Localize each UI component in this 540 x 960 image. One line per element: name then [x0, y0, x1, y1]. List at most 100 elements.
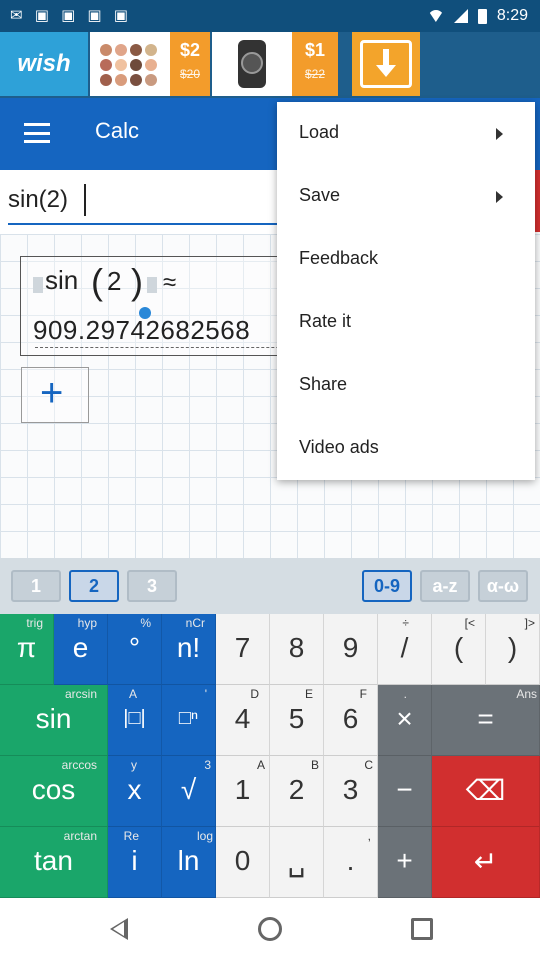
space-icon: ␣ — [287, 846, 306, 877]
ad-price-1-value: $2 — [179, 40, 201, 60]
result-value: 909.29742682568 — [33, 315, 251, 345]
ad-price-1-old: $20 — [179, 67, 201, 81]
system-nav-bar — [0, 898, 540, 960]
menu-item-feedback[interactable]: Feedback — [277, 228, 535, 291]
menu-item-rate[interactable]: Rate it — [277, 291, 535, 354]
tab-greek-letters[interactable]: α-ω — [478, 570, 528, 602]
menu-item-label: Save — [299, 185, 341, 205]
wish-logo[interactable]: wish — [0, 32, 88, 96]
menu-item-video-ads[interactable]: Video ads — [277, 417, 535, 480]
battery-icon — [477, 8, 487, 24]
keypad: π trig e hyp ° % n! nCr 7 8 9 / ÷ ( [< )… — [0, 614, 540, 898]
key-power[interactable]: □ⁿ ' — [162, 685, 216, 756]
menu-item-label: Share — [299, 374, 348, 394]
key-open-paren[interactable]: ( [< — [432, 614, 486, 685]
key-8[interactable]: 8 — [270, 614, 324, 685]
key-9[interactable]: 9 — [324, 614, 378, 685]
key-factorial[interactable]: n! nCr — [162, 614, 216, 685]
placeholder-box — [147, 277, 157, 293]
ad-price-2[interactable]: $1 $22 — [292, 32, 338, 96]
menu-item-label: Video ads — [299, 437, 379, 457]
key-ln[interactable]: ln log — [162, 827, 216, 898]
recent-apps-icon[interactable] — [411, 918, 433, 940]
approx-sign: ≈ — [163, 269, 177, 296]
key-2[interactable]: 2 B — [270, 756, 324, 827]
key-enter[interactable]: ↵ — [432, 827, 540, 898]
key-plus[interactable]: + — [378, 827, 432, 898]
key-1[interactable]: 1 A — [216, 756, 270, 827]
key-backspace[interactable]: ⌫ — [432, 756, 540, 827]
home-icon[interactable] — [258, 917, 282, 941]
menu-item-label: Rate it — [299, 311, 352, 331]
submenu-arrow-icon — [496, 128, 503, 140]
tab-page-2[interactable]: 2 — [69, 570, 119, 602]
key-0[interactable]: 0 — [216, 827, 270, 898]
ad-price-1[interactable]: $2 $20 — [170, 32, 210, 96]
key-abs[interactable]: |□| A — [108, 685, 162, 756]
menu-item-share[interactable]: Share — [277, 354, 535, 417]
key-divide[interactable]: / ÷ — [378, 614, 432, 685]
key-multiply[interactable]: × . — [378, 685, 432, 756]
placeholder-box — [33, 277, 43, 293]
key-close-paren[interactable]: ) ]> — [486, 614, 540, 685]
tab-page-1[interactable]: 1 — [11, 570, 61, 602]
key-sqrt[interactable]: √ 3 — [162, 756, 216, 827]
result-argument: 2 — [107, 266, 122, 296]
key-7[interactable]: 7 — [216, 614, 270, 685]
key-pi[interactable]: π trig — [0, 614, 54, 685]
tab-latin-letters[interactable]: a-z — [420, 570, 470, 602]
tab-digits[interactable]: 0-9 — [362, 570, 412, 602]
input-underline — [8, 223, 308, 225]
hamburger-menu-icon[interactable] — [24, 123, 50, 143]
ad-download-button[interactable] — [352, 32, 420, 96]
key-equals[interactable]: = Ans — [432, 685, 540, 756]
key-sin[interactable]: sin arcsin — [0, 685, 108, 756]
menu-item-label: Load — [299, 122, 340, 142]
palette-icon — [100, 44, 157, 86]
signal-icon — [453, 9, 468, 23]
key-decimal[interactable]: . , — [324, 827, 378, 898]
key-cos[interactable]: cos arccos — [0, 756, 108, 827]
submenu-arrow-icon — [496, 191, 503, 203]
result-function: sin — [45, 265, 79, 295]
tab-page-3[interactable]: 3 — [127, 570, 177, 602]
ad-product-palette[interactable] — [90, 32, 170, 96]
clock: 8:29 — [496, 7, 528, 24]
enter-icon: ↵ — [473, 846, 498, 877]
menu-item-save[interactable]: Save — [277, 165, 535, 228]
key-minus[interactable]: − — [378, 756, 432, 827]
key-5[interactable]: 5 E — [270, 685, 324, 756]
expression-input[interactable]: sin(2) — [8, 186, 68, 214]
backspace-icon: ⌫ — [465, 775, 506, 806]
keypad-tabs: 1 2 3 0-9 a-z α-ω — [0, 558, 540, 614]
wifi-icon — [427, 10, 444, 22]
menu-item-load[interactable]: Load — [277, 102, 535, 165]
notification-icons: ✉ ▣ ▣ ▣ ▣ — [10, 7, 132, 24]
key-tan[interactable]: tan arctan — [0, 827, 108, 898]
ad-price-2-old: $22 — [304, 67, 326, 81]
back-icon-inner — [113, 922, 124, 936]
ad-banner[interactable]: wish $2 $20 $1 $22 — [0, 32, 540, 98]
key-6[interactable]: 6 F — [324, 685, 378, 756]
add-expression-button[interactable]: + — [21, 367, 89, 423]
key-3[interactable]: 3 C — [324, 756, 378, 827]
result-open-paren: ( — [91, 261, 103, 302]
status-right: 8:29 — [427, 7, 528, 25]
overflow-menu: Load Save Feedback Rate it Share Video a… — [277, 102, 535, 480]
key-degree[interactable]: ° % — [108, 614, 162, 685]
watch-icon — [238, 40, 266, 88]
plus-icon: + — [40, 371, 64, 415]
key-e[interactable]: e hyp — [54, 614, 108, 685]
ad-product-watch[interactable] — [212, 32, 292, 96]
key-i[interactable]: i Re — [108, 827, 162, 898]
text-cursor — [84, 184, 86, 216]
key-4[interactable]: 4 D — [216, 685, 270, 756]
menu-item-label: Feedback — [299, 248, 379, 268]
ad-price-2-value: $1 — [304, 40, 326, 60]
download-icon — [360, 40, 412, 88]
key-x[interactable]: x y — [108, 756, 162, 827]
result-close-paren: ) — [131, 261, 143, 302]
app-title: Calc — [95, 118, 140, 143]
status-bar: ✉ ▣ ▣ ▣ ▣ 8:29 — [0, 0, 540, 32]
key-space[interactable]: ␣ — [270, 827, 324, 898]
